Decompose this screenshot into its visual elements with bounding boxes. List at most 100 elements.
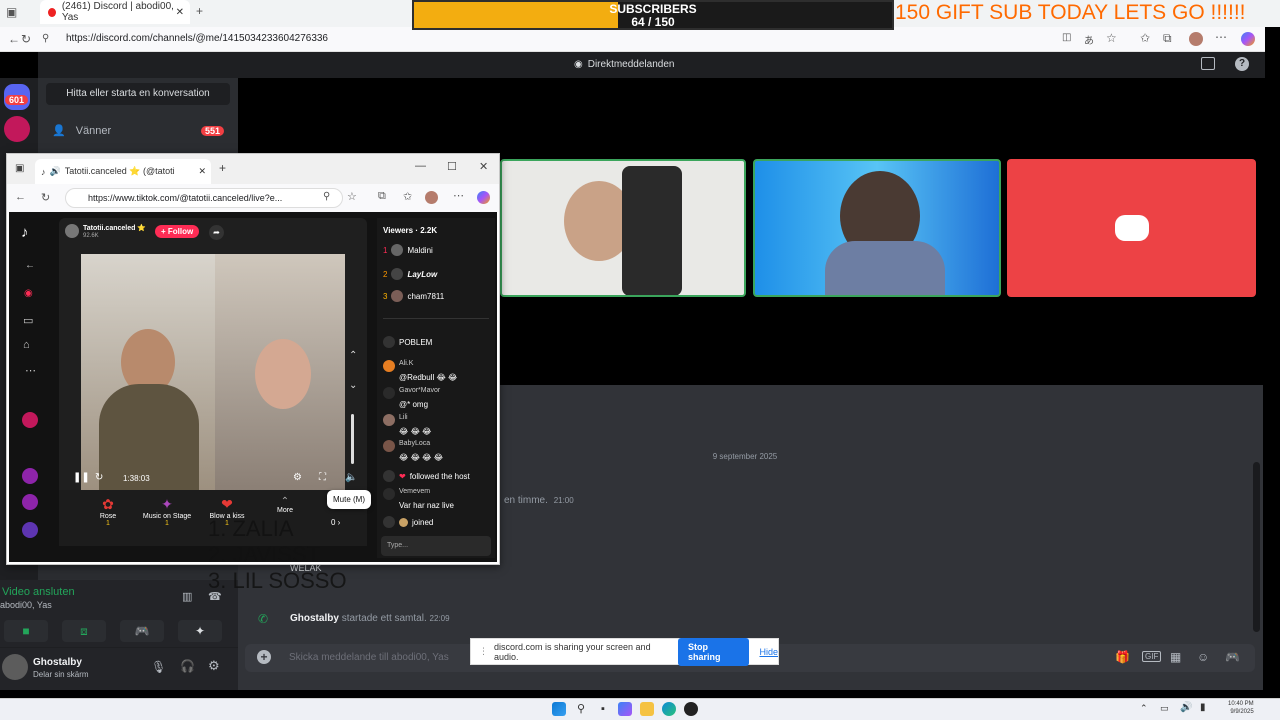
profile-avatar[interactable]	[425, 191, 438, 204]
chat-scrollbar[interactable]	[1253, 462, 1260, 632]
host-avatar[interactable]	[65, 224, 79, 238]
favorites-icon[interactable]: ✩	[1140, 31, 1150, 45]
site-info-icon[interactable]: ⚲	[42, 33, 49, 44]
translate-icon[interactable]: あ	[1084, 32, 1094, 47]
battery-icon[interactable]: ▮	[1200, 702, 1206, 713]
list-item[interactable]: 2 LayLow	[383, 268, 437, 280]
tiktok-url-field[interactable]: https://www.tiktok.com/@tatotii.canceled…	[65, 188, 343, 208]
file-explorer-icon[interactable]	[640, 702, 654, 716]
gear-icon[interactable]: ⚙	[208, 658, 220, 674]
minimize-icon[interactable]: —	[415, 160, 426, 172]
soundboard-button[interactable]: ✦	[178, 620, 222, 642]
camera-icon[interactable]: ◫	[1062, 32, 1071, 43]
workspaces-icon[interactable]: ▣	[15, 163, 24, 174]
workspaces-icon[interactable]: ▣	[6, 5, 17, 19]
volume-slider[interactable]	[351, 414, 354, 464]
avatar[interactable]	[2, 654, 28, 680]
favorites-icon[interactable]: ✩	[403, 190, 412, 203]
follow-button[interactable]: + Follow	[155, 225, 200, 238]
start-icon[interactable]	[552, 702, 566, 716]
app-icon[interactable]	[684, 702, 698, 716]
live-video[interactable]: Tatotii.canceled ⭐ 92.6K + Follow ➦ ⌃ ⌄ …	[59, 218, 367, 498]
maximize-icon[interactable]: ☐	[447, 160, 457, 173]
drag-handle-icon[interactable]: ⋮	[479, 646, 488, 657]
extensions-icon[interactable]: ⧉	[378, 190, 386, 203]
new-tab-icon[interactable]: +	[219, 161, 226, 175]
screenshare-button[interactable]: ⧈	[62, 620, 106, 642]
back-arrow-icon[interactable]: ←	[25, 260, 35, 271]
chevron-up-icon[interactable]: ⌃	[1140, 703, 1148, 714]
activities-icon[interactable]: 🎮	[1225, 650, 1240, 664]
video-tile[interactable]	[500, 159, 746, 297]
more-icon[interactable]: ⋯	[453, 189, 464, 202]
gift-item[interactable]: ✿ Rose 1	[79, 496, 137, 527]
browser-tab-discord[interactable]: (2461) Discord | abodi00, Yas ✕	[40, 0, 190, 24]
url-field[interactable]: https://discord.com/channels/@me/1415034…	[66, 33, 328, 44]
settings-icon[interactable]: ⚙	[293, 472, 302, 483]
volume-icon[interactable]: 🔊	[1180, 702, 1192, 713]
search-icon[interactable]: ⚲	[574, 702, 588, 716]
fullscreen-icon[interactable]: ⛶	[319, 472, 326, 483]
zoom-icon[interactable]: ⚲	[323, 191, 330, 202]
profile-avatar[interactable]	[1189, 32, 1203, 46]
noise-suppression-icon[interactable]: ▥	[182, 590, 192, 603]
copilot-icon[interactable]	[618, 702, 632, 716]
mute-icon[interactable]: 🔈	[345, 472, 357, 483]
mic-icon[interactable]: 🎙	[151, 660, 166, 674]
new-tab-icon[interactable]: +	[196, 4, 203, 18]
inbox-icon[interactable]	[1201, 57, 1215, 70]
refresh-icon[interactable]: ↻	[95, 472, 103, 483]
scroll-down-icon[interactable]: ⌄	[349, 380, 357, 391]
share-icon[interactable]: ➦	[209, 225, 224, 240]
star-icon[interactable]: ☆	[347, 190, 357, 203]
avatar[interactable]	[22, 494, 38, 510]
camera-button[interactable]: ■	[4, 620, 48, 642]
sticker-icon[interactable]: ▦	[1170, 650, 1181, 664]
clock[interactable]: 10:40 PM 9/9/2025	[1228, 700, 1254, 716]
guild-icon[interactable]	[4, 116, 30, 142]
hide-button[interactable]: Hide	[759, 647, 778, 657]
viewers-count[interactable]: Viewers · 2.2K	[383, 226, 437, 235]
tiktok-logo-icon[interactable]: ♪	[21, 224, 29, 241]
back-icon[interactable]: ←	[15, 191, 26, 203]
avatar[interactable]	[22, 468, 38, 484]
friends-item[interactable]: 👤 Vänner 551	[52, 124, 224, 137]
more-icon[interactable]: ⋯	[1215, 30, 1227, 44]
close-icon[interactable]: ✕	[176, 7, 184, 18]
avatar[interactable]	[22, 412, 38, 428]
close-icon[interactable]: ✕	[198, 166, 206, 177]
gift-icon[interactable]: 🎁	[1115, 650, 1130, 664]
gif-icon[interactable]: GIF	[1142, 651, 1162, 662]
stop-sharing-button[interactable]: Stop sharing	[677, 637, 750, 666]
add-attachment-icon[interactable]: +	[257, 650, 271, 664]
reload-icon[interactable]: ↻	[21, 32, 31, 46]
close-icon[interactable]: ✕	[479, 160, 488, 173]
scroll-up-icon[interactable]: ⌃	[349, 350, 357, 361]
pause-icon[interactable]: ❚❚	[73, 472, 90, 483]
host-name[interactable]: Tatotii.canceled ⭐	[83, 224, 146, 232]
edge-icon[interactable]	[662, 702, 676, 716]
help-icon[interactable]: ?	[1235, 57, 1249, 71]
home-icon[interactable]: ⌂	[23, 339, 30, 351]
copilot-icon[interactable]	[1241, 32, 1255, 46]
video-tile[interactable]	[753, 159, 1001, 297]
task-view-icon[interactable]: ▪	[596, 702, 610, 716]
back-icon[interactable]: ←	[8, 32, 20, 46]
live-icon[interactable]: ◉	[24, 288, 33, 299]
activity-button[interactable]: 🎮	[120, 620, 164, 642]
gift-more[interactable]: ⌃ More	[265, 496, 305, 514]
video-tile[interactable]	[1007, 159, 1256, 297]
reload-icon[interactable]: ↻	[41, 191, 50, 204]
find-conversation-button[interactable]: Hitta eller starta en konversation	[46, 83, 230, 105]
list-item[interactable]: 1 Maldini	[383, 244, 433, 256]
avatar[interactable]	[22, 522, 38, 538]
headphones-icon[interactable]: 🎧	[180, 659, 195, 673]
gift-item[interactable]: ✦ Music on Stage 1	[133, 496, 201, 527]
network-icon[interactable]: ▭	[1160, 703, 1169, 714]
tiktok-tab[interactable]: ♪ 🔊 Tatotii.canceled ⭐ (@tatotii ✕	[35, 159, 211, 184]
star-icon[interactable]: ☆	[1106, 31, 1117, 45]
copilot-icon[interactable]	[477, 191, 490, 204]
emoji-icon[interactable]: ☺	[1197, 650, 1209, 664]
more-icon[interactable]: ⋯	[25, 364, 36, 377]
collections-icon[interactable]: ⧉	[1163, 31, 1172, 46]
